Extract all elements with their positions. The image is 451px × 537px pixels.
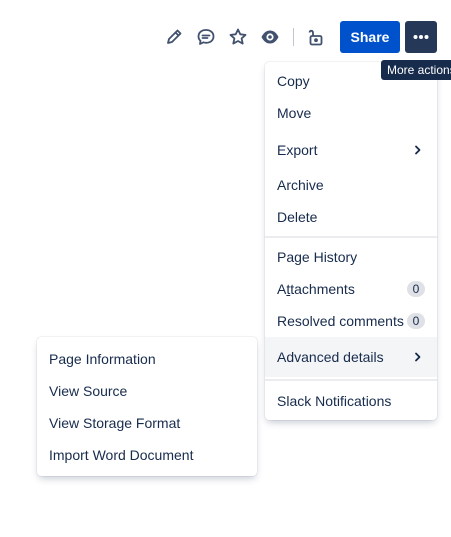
more-actions-tooltip: More actions: [381, 60, 451, 80]
menu-item-export[interactable]: Export: [265, 134, 437, 166]
resolved-comments-count-badge: 0: [407, 313, 425, 329]
menu-item-move[interactable]: Move: [265, 97, 437, 129]
menu-item-resolved-comments-label: Resolved comments: [277, 313, 404, 329]
submenu-item-view-source[interactable]: View Source: [37, 375, 257, 407]
menu-item-export-label: Export: [277, 142, 318, 158]
submenu-item-page-information[interactable]: Page Information: [37, 343, 257, 375]
submenu-item-view-storage-format[interactable]: View Storage Format: [37, 407, 257, 439]
menu-item-advanced-details-label: Advanced details: [277, 349, 384, 365]
menu-item-page-history[interactable]: Page History: [265, 241, 437, 273]
menu-item-advanced-details[interactable]: Advanced details: [265, 337, 437, 377]
advanced-details-submenu: Page Information View Source View Storag…: [37, 337, 257, 476]
menu-item-delete[interactable]: Delete: [265, 201, 437, 233]
more-actions-button[interactable]: [405, 21, 437, 53]
pencil-icon[interactable]: [161, 24, 187, 50]
attachments-count-badge: 0: [407, 281, 425, 297]
submenu-item-import-word-document[interactable]: Import Word Document: [37, 439, 257, 471]
menu-item-resolved-comments[interactable]: Resolved comments 0: [265, 305, 437, 337]
chevron-right-icon: [415, 352, 421, 362]
menu-separator: [265, 236, 437, 238]
eye-icon[interactable]: [257, 24, 283, 50]
label-part: A: [277, 281, 287, 297]
star-icon[interactable]: [225, 24, 251, 50]
menu-separator: [265, 379, 437, 381]
menu-item-slack-notifications[interactable]: Slack Notifications: [265, 385, 437, 417]
menu-item-attachments-label: Attachments: [277, 281, 355, 297]
more-actions-menu: Copy Move Export Archive Delete Page His…: [265, 62, 437, 420]
menu-item-archive[interactable]: Archive: [265, 169, 437, 201]
more-dots-icon: [413, 35, 429, 39]
comment-icon[interactable]: [193, 24, 219, 50]
label-part: tachments: [290, 281, 355, 297]
unlock-icon[interactable]: [302, 24, 328, 50]
chevron-right-icon: [415, 145, 421, 155]
toolbar-divider: [293, 28, 294, 46]
menu-item-attachments[interactable]: Attachments 0: [265, 273, 437, 305]
share-button[interactable]: Share: [340, 21, 400, 53]
